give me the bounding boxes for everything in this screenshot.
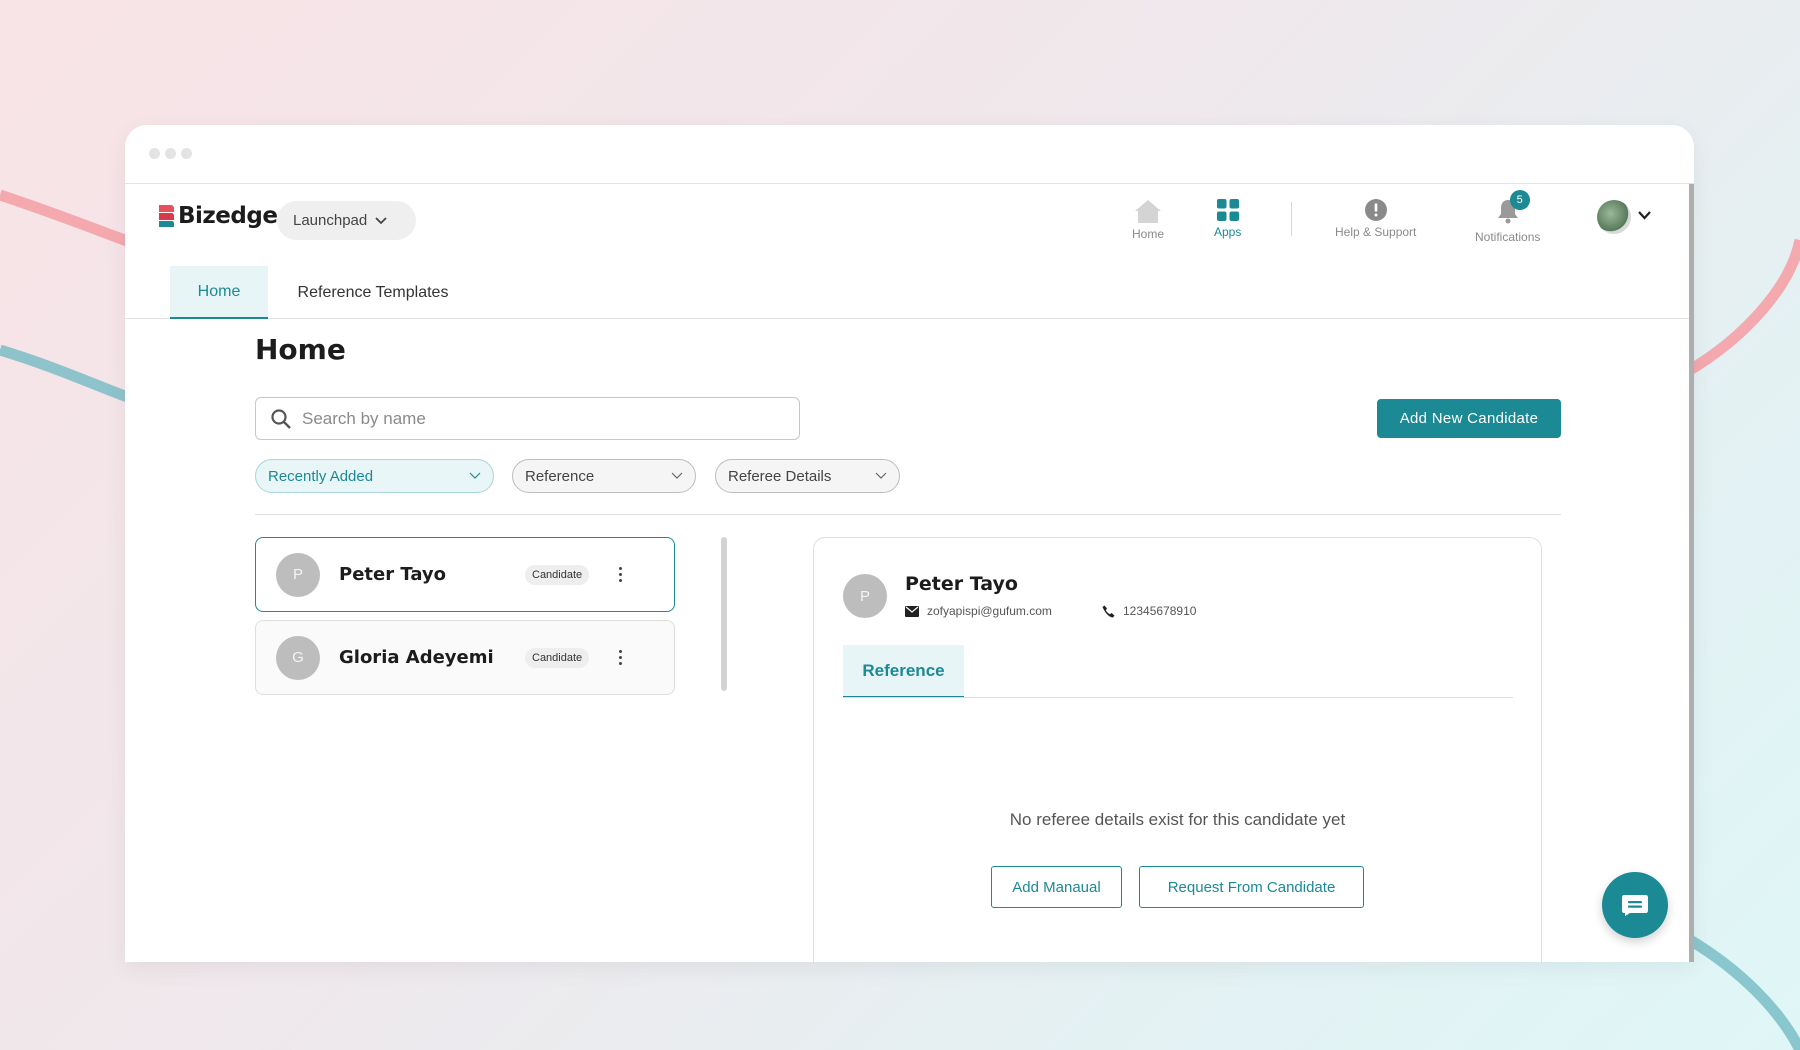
home-icon [1135, 200, 1161, 223]
tab-home[interactable]: Home [170, 266, 268, 319]
nav-help-label: Help & Support [1335, 225, 1417, 239]
detail-name: Peter Tayo [905, 573, 1018, 595]
phone-icon [1102, 605, 1115, 617]
candidate-avatar: G [276, 635, 320, 680]
filter-label: Referee Details [728, 467, 832, 485]
more-options-icon[interactable] [619, 567, 623, 582]
filters-divider [255, 514, 1561, 515]
nav-home[interactable]: Home [1132, 198, 1164, 241]
filter-recently-added[interactable]: Recently Added [255, 459, 494, 493]
detail-phone-text: 12345678910 [1123, 604, 1197, 618]
search-icon [271, 408, 291, 429]
detail-phone: 12345678910 [1102, 604, 1196, 618]
nav-divider [1291, 202, 1292, 236]
nav-apps-label: Apps [1214, 225, 1242, 239]
main-content: Home Add New Candidate Recently Added Re… [125, 319, 1694, 962]
tab-reference[interactable]: Reference [843, 645, 964, 698]
candidate-card[interactable]: G Gloria Adeyemi Candidate [255, 620, 675, 695]
filter-label: Recently Added [268, 467, 374, 485]
page-tabs: Home Reference Templates [125, 266, 1694, 319]
candidate-avatar: P [276, 552, 320, 597]
window-titlebar [125, 125, 1694, 184]
detail-email: zofyapispi@gufum.com [905, 604, 1052, 618]
candidate-name: Peter Tayo [339, 564, 447, 585]
apps-grid-icon [1216, 199, 1239, 221]
top-navigation: Bizedge Launchpad Home Apps Help & Suppo… [125, 184, 1694, 256]
tab-reference-templates[interactable]: Reference Templates [293, 266, 453, 319]
chat-icon [1622, 895, 1648, 916]
detail-tab-divider [843, 697, 1513, 698]
bizedge-logo-icon [159, 205, 174, 227]
candidate-card[interactable]: P Peter Tayo Candidate [255, 537, 675, 612]
page-title: Home [255, 333, 346, 366]
nav-home-label: Home [1132, 227, 1165, 241]
chat-button[interactable] [1602, 872, 1668, 938]
nav-notifications[interactable]: 5 Notifications [1475, 190, 1541, 244]
app-window: Bizedge Launchpad Home Apps Help & Suppo… [125, 125, 1694, 962]
search-input[interactable] [302, 408, 782, 429]
launchpad-label: Launchpad [293, 212, 368, 229]
page-scrollbar[interactable] [1689, 184, 1694, 962]
filter-referee-details[interactable]: Referee Details [715, 459, 900, 493]
chevron-down-icon [375, 216, 387, 224]
empty-state-message: No referee details exist for this candid… [1009, 810, 1346, 829]
mail-icon [905, 605, 919, 617]
candidate-name: Gloria Adeyemi [339, 647, 494, 668]
more-options-icon[interactable] [619, 650, 623, 665]
notification-count-badge: 5 [1509, 190, 1530, 210]
launchpad-dropdown[interactable]: Launchpad [277, 201, 416, 240]
window-dot [181, 148, 192, 159]
brand-logo[interactable]: Bizedge [157, 203, 278, 229]
detail-email-text: zofyapispi@gufum.com [927, 604, 1052, 618]
chevron-down-icon[interactable] [1638, 211, 1651, 220]
candidate-tag: Candidate [525, 647, 590, 668]
candidate-detail-panel: P Peter Tayo zofyapispi@gufum.com 123456… [813, 537, 1542, 962]
add-new-candidate-button[interactable]: Add New Candidate [1377, 399, 1561, 438]
chevron-down-icon [875, 472, 887, 479]
brand-name: Bizedge [178, 203, 278, 229]
nav-help-support[interactable]: Help & Support [1335, 198, 1416, 239]
chevron-down-icon [469, 472, 481, 479]
nav-notifications-label: Notifications [1475, 230, 1541, 244]
chevron-down-icon [671, 472, 683, 479]
search-box[interactable] [255, 397, 800, 440]
detail-avatar: P [843, 574, 887, 618]
candidate-list-scrollbar[interactable] [721, 537, 727, 691]
user-avatar[interactable] [1597, 200, 1631, 234]
filter-reference[interactable]: Reference [512, 459, 696, 493]
request-from-candidate-button[interactable]: Request From Candidate [1139, 866, 1364, 908]
candidate-tag: Candidate [525, 564, 590, 585]
filter-label: Reference [525, 467, 595, 485]
window-dot [165, 148, 176, 159]
window-dot [149, 148, 160, 159]
info-icon [1364, 199, 1387, 221]
add-manual-button[interactable]: Add Manaual [991, 866, 1122, 908]
nav-apps[interactable]: Apps [1214, 198, 1241, 239]
